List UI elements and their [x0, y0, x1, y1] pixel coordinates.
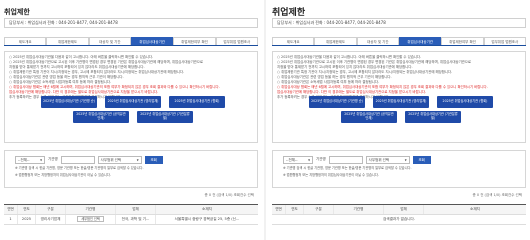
download-button[interactable]: 2025년 취업심사대상기관 (영리업체) [105, 96, 161, 108]
download-button[interactable]: 2025년 취업심사대상기관 (협회) [437, 96, 493, 108]
header-cell: 기관명 [334, 205, 384, 214]
category-select[interactable]: --전체-- [283, 155, 313, 164]
results-table: 연번 연도 구분 기관명 업체 소재지 검색결과가 없습니다. [272, 204, 526, 225]
download-button[interactable]: 2025년 취업심사대상기관 (공직유관단체) [341, 111, 397, 123]
scope-select[interactable]: 사무범위 선택 [97, 155, 142, 164]
header-cell: 구분 [304, 205, 334, 214]
table-header: 연번 연도 구분 기관명 업체 소재지 [272, 205, 526, 215]
tab-court[interactable]: 업무취업 법원조사 [215, 37, 258, 45]
notice-box: ○ 2025년 취업심사대상기관을 다음과 같이 고시합니다. 아래 버튼을 클… [4, 51, 258, 143]
scope-select[interactable]: 사무범위 선택 [365, 155, 410, 164]
download-button[interactable]: 2025년 취업심사대상기관 (기관명 순) [41, 96, 97, 108]
header-cell: 연도 [286, 205, 304, 214]
table-cell: 영리사기업체 [36, 215, 66, 224]
tab-system[interactable]: 취업제한제도 [46, 37, 89, 45]
tab-check[interactable]: 취업제한여부 확인 [441, 37, 484, 45]
tab-targets[interactable]: 대상자 및 기간 [88, 37, 131, 45]
name-label: 기관명 [48, 157, 58, 161]
tag-label: 세무범인 선택 [77, 216, 104, 222]
category-select[interactable]: --전체-- [15, 155, 45, 164]
tab-court[interactable]: 업무취업 법원조사 [483, 37, 526, 45]
name-input[interactable] [328, 155, 363, 164]
name-label: 기관명 [316, 157, 326, 161]
result-count: 총 0 건 (검색 1/0) 조회건수 선택 [472, 193, 522, 197]
result-count: 총 0 건 (검색 1/0) 조회건수 선택 [204, 193, 254, 197]
download-button[interactable]: 2025년 취업심사대상기관 (기관분류별) [137, 111, 193, 123]
search-note: ※ 기관명 검색 시 한글 기관명, 영문 기관명 또는 한글/영문 기관명의 … [283, 166, 412, 170]
search-note: ※ 법원행정처 또는 지방행정처의 취업심사대상기관이 아닐 수 있습니다. [15, 173, 111, 177]
header-cell: 연번 [4, 205, 18, 214]
download-buttons: 2025년 취업심사대상기관 (기관명 순) 2025년 취업심사대상기관 (영… [35, 96, 231, 126]
search-button[interactable]: 조회 [412, 155, 431, 164]
tab-institutions[interactable]: 취업심사대상기관 [130, 37, 174, 45]
header-cell: 구분 [36, 205, 66, 214]
page-title: 취업제한 [272, 8, 306, 18]
tab-targets[interactable]: 대상자 및 기간 [356, 37, 399, 45]
tab-bar: 제도개요 취업제한제도 대상자 및 기간 취업심사대상기관 취업제한여부 확인 … [272, 37, 526, 46]
tab-institutions[interactable]: 취업심사대상기관 [398, 37, 442, 45]
tab-check[interactable]: 취업제한여부 확인 [173, 37, 216, 45]
header-cell: 업체 [384, 205, 424, 214]
page-title: 취업제한 [4, 8, 30, 16]
table-cell: 전국, 과학 및 기... [116, 215, 156, 224]
header-cell: 업체 [116, 205, 156, 214]
tab-overview[interactable]: 제도개요 [272, 37, 315, 45]
tab-bar: 제도개요 취업제한제도 대상자 및 기간 취업심사대상기관 취업제한여부 확인 … [4, 37, 258, 46]
table-cell: 2025 [18, 215, 36, 224]
download-buttons: 2025년 취업심사대상기관 (기관명 순) 2025년 취업심사대상기관 (영… [303, 96, 499, 126]
empty-result: 검색결과가 없습니다. [272, 215, 526, 225]
name-input[interactable] [60, 155, 95, 164]
tab-system[interactable]: 취업제한제도 [314, 37, 357, 45]
table-header: 연번 연도 구분 기관명 업체 소재지 [4, 205, 258, 215]
download-button[interactable]: 2025년 취업심사대상기관 (기관명 순) [309, 96, 365, 108]
contact-bar: 담당부서 : 취업심사과 전화 : 044-201-8477, 044-201-… [4, 18, 258, 28]
search-button[interactable]: 조회 [144, 155, 163, 164]
notice-box: ○ 2025년 취업심사대상기관을 다음과 같이 고시합니다. 아래 버튼을 클… [272, 51, 526, 143]
download-button[interactable]: 2025년 취업심사대상기관 (영리업체) [373, 96, 429, 108]
header-cell: 연번 [272, 205, 286, 214]
search-box: --전체-- 기관명 사무범위 선택 조회 ※ 기관명 검색 시 한글 기관명,… [4, 150, 258, 188]
table-cell: 1 [4, 215, 18, 224]
search-note: ※ 기관명 검색 시 한글 기관명, 영문 기관명 또는 한글/영문 기관명의 … [15, 166, 144, 170]
header-cell: 소재지 [202, 207, 212, 211]
search-box: --전체-- 기관명 사무범위 선택 조회 ※ 기관명 검색 시 한글 기관명,… [272, 150, 526, 188]
right-panel: 취업제한 담당부서 : 취업심사과 전화 : 044-201-8477, 044… [268, 0, 530, 240]
search-note: ※ 법원행정처 또는 지방행정처의 취업심사대상기관이 아닐 수 있습니다. [283, 173, 379, 177]
left-panel: 취업제한 담당부서 : 취업심사과 전화 : 044-201-8477, 044… [0, 0, 262, 240]
table-cell: 세무범인 선택 [66, 215, 116, 224]
header-cell: 연도 [18, 205, 36, 214]
header-cell: 기관명 [66, 205, 116, 214]
panel-divider [264, 0, 266, 240]
download-button[interactable]: 2025년 취업심사대상기관 (공직유관단체) [73, 111, 129, 123]
download-button[interactable]: 2025년 취업심사대상기관 (기관분류별) [405, 111, 461, 123]
header-cell: 소재지 [470, 207, 480, 211]
table-row[interactable]: 1 2025 영리사기업체 세무범인 선택 전국, 과학 및 기... 서울특별… [4, 215, 258, 225]
table-cell: 서울특별시 중랑구 경복궁길 25, 5층 (신... [174, 217, 240, 221]
tab-overview[interactable]: 제도개요 [4, 37, 47, 45]
download-button[interactable]: 2025년 취업심사대상기관 (협회) [169, 96, 225, 108]
contact-bar: 담당부서 : 취업심사과 전화 : 044-201-8477, 044-201-… [272, 18, 526, 28]
results-table: 연번 연도 구분 기관명 업체 소재지 1 2025 영리사기업체 세무범인 선… [4, 204, 258, 225]
